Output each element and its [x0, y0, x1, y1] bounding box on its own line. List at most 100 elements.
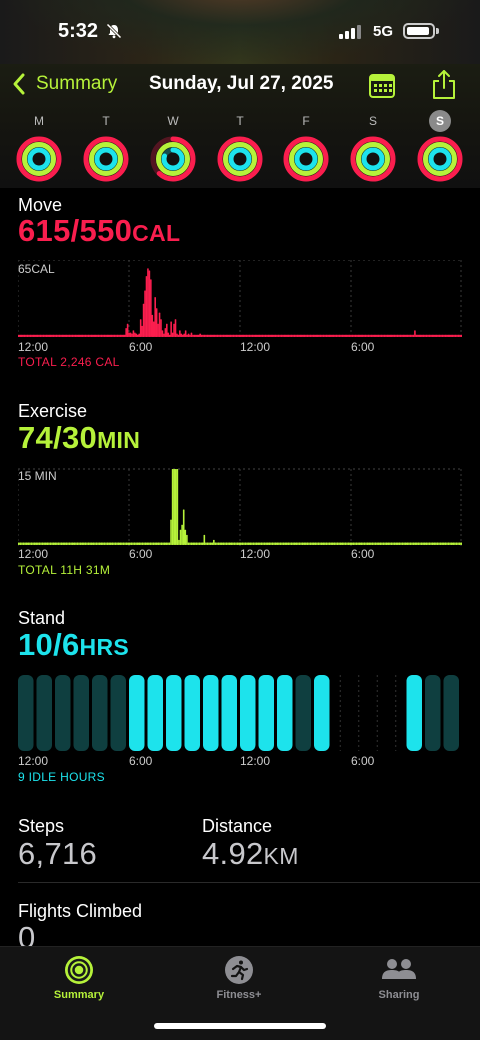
exercise-bar [122, 542, 125, 545]
exercise-bar [276, 542, 279, 545]
move-bar [58, 334, 61, 337]
move-bar [190, 332, 193, 337]
exercise-bar [35, 542, 38, 545]
exercise-bar [446, 542, 448, 545]
exercise-bar [379, 542, 382, 545]
move-bar [335, 334, 338, 337]
exercise-bar [444, 542, 447, 545]
exercise-bar [365, 542, 367, 545]
exercise-bar [106, 542, 109, 545]
exercise-bar [83, 542, 85, 545]
move-bar [29, 334, 32, 337]
exercise-bar [121, 542, 123, 545]
exercise-bar [301, 542, 304, 545]
day-0[interactable]: M [13, 112, 65, 183]
move-bar [258, 334, 261, 337]
move-bar [212, 334, 215, 337]
stand-label: Stand [18, 608, 66, 628]
back-button[interactable]: Summary [12, 72, 117, 96]
exercise-bar [420, 542, 423, 545]
exercise-bar [373, 542, 375, 545]
move-bar [337, 334, 339, 337]
move-bar [250, 334, 252, 337]
status-time: 5:32 [58, 20, 99, 42]
move-bar [316, 334, 319, 337]
move-bar [97, 334, 100, 337]
day-1[interactable]: T [80, 112, 132, 183]
exercise-bar [427, 542, 429, 545]
move-bar [100, 334, 103, 337]
move-bar [183, 333, 186, 337]
exercise-bar [327, 542, 329, 545]
exercise-bar [295, 542, 298, 545]
move-bar [386, 334, 389, 337]
day-letter: S [368, 114, 377, 128]
exercise-bar [100, 542, 103, 545]
move-bar [419, 334, 422, 337]
exercise-bar [338, 542, 340, 545]
exercise-bar [48, 542, 50, 545]
move-bar [18, 334, 20, 337]
exercise-bar [57, 542, 60, 545]
move-bar [286, 334, 289, 337]
calendar-icon[interactable] [368, 71, 396, 99]
exercise-bar [273, 542, 275, 545]
move-bar [163, 333, 165, 337]
network-label: 5G [373, 23, 394, 40]
exercise-bar [200, 542, 202, 545]
exercise-bar [381, 542, 383, 545]
exercise-bar [308, 542, 310, 545]
exercise-bar [102, 542, 104, 545]
day-letter: T [236, 114, 244, 128]
exercise-bar [90, 542, 93, 545]
exercise-bar [416, 542, 418, 545]
move-bar [25, 334, 27, 337]
exercise-bar [400, 542, 402, 545]
tab-fitness-plus[interactable]: Fitness+ [179, 955, 299, 1001]
move-bar [438, 334, 441, 337]
move-bar [315, 334, 318, 337]
move-bar [290, 334, 293, 337]
exercise-bar [374, 542, 377, 545]
day-5[interactable]: S [347, 112, 399, 183]
move-bar [393, 334, 396, 337]
tab-sharing[interactable]: Sharing [339, 955, 459, 1001]
exercise-bar [54, 542, 57, 545]
exercise-chart: 15 MIN [18, 466, 462, 556]
exercise-bar [37, 542, 39, 545]
exercise-bar [162, 542, 164, 545]
tab-summary[interactable]: Summary [19, 955, 139, 1001]
move-bar [26, 334, 29, 337]
day-3[interactable]: T [214, 112, 266, 183]
day-6[interactable]: S [414, 110, 466, 183]
move-bar [287, 334, 290, 337]
move-bar [84, 334, 87, 337]
exercise-bar [159, 542, 161, 545]
exercise-bar [262, 542, 264, 545]
move-bar [221, 334, 223, 337]
exercise-bar [368, 542, 371, 545]
move-bar [28, 334, 30, 337]
move-bar [351, 334, 354, 337]
move-bar [22, 334, 24, 337]
move-bar [202, 334, 204, 337]
exercise-bar [138, 542, 141, 545]
move-bar [167, 332, 170, 337]
day-4[interactable]: F [280, 112, 332, 183]
move-bar [106, 334, 109, 337]
signal-icon [339, 25, 361, 39]
exercise-bar [384, 542, 386, 545]
exercise-bar [352, 542, 355, 545]
exercise-bar [214, 542, 217, 545]
exercise-bar [244, 542, 247, 545]
move-bar [176, 333, 178, 337]
exercise-bar [265, 542, 267, 545]
move-bar [318, 334, 320, 337]
exercise-bar [331, 542, 334, 545]
share-icon[interactable] [430, 68, 458, 100]
steps-value: 6,716 [18, 836, 98, 871]
move-bar [383, 334, 386, 337]
move-bar [222, 334, 225, 337]
move-bar [435, 334, 438, 337]
day-2[interactable]: W [147, 112, 199, 183]
